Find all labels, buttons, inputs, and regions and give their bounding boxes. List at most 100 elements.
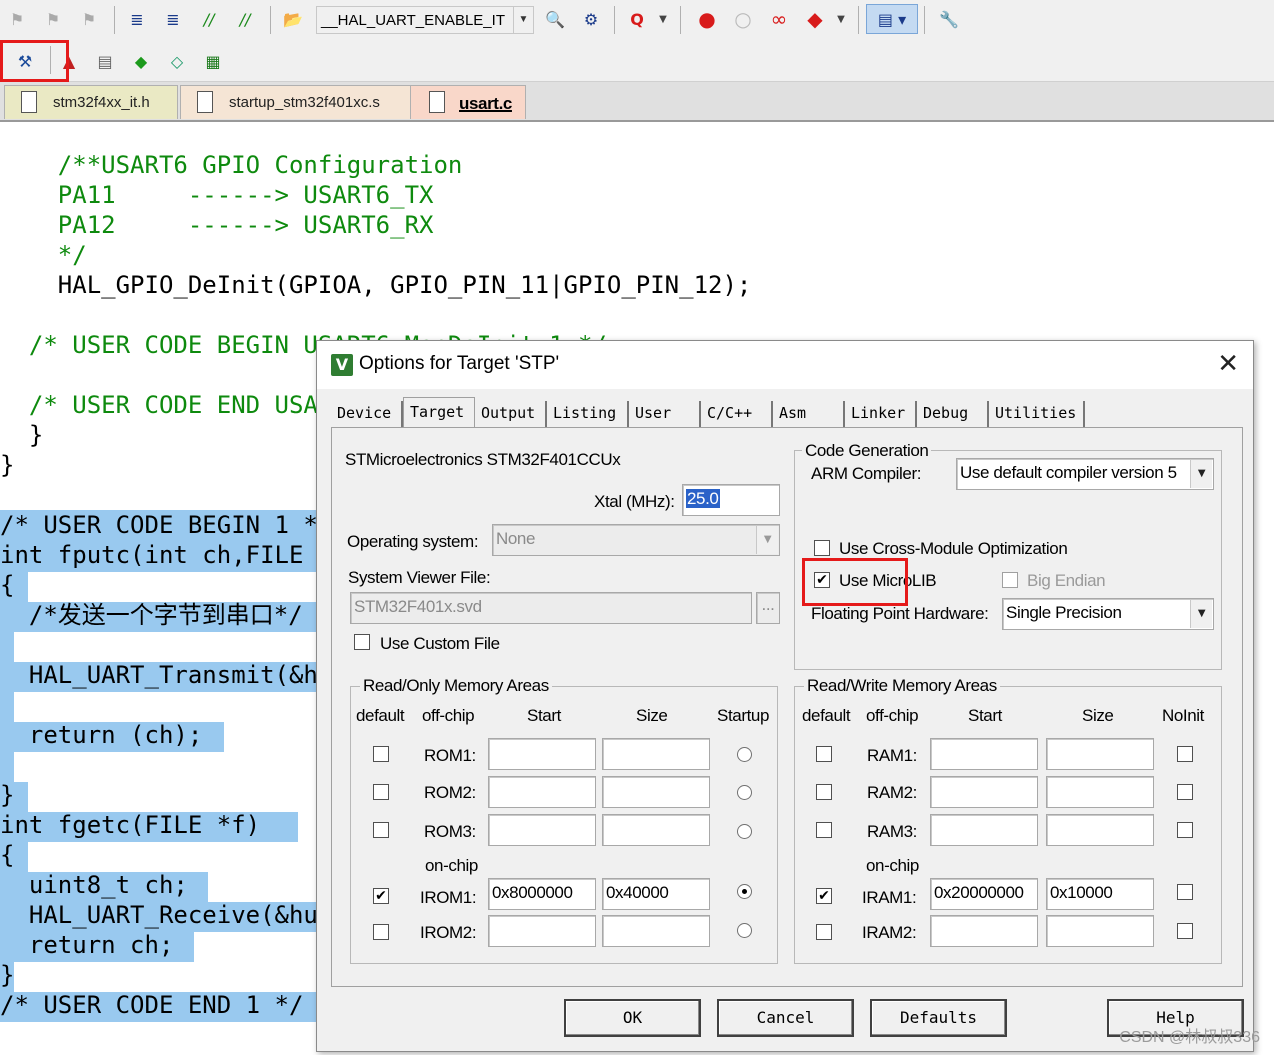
code-line: PA12 ------> USART6_RX: [0, 211, 434, 239]
arm-compiler-select[interactable]: Use default compiler version 5 ▼: [956, 458, 1214, 490]
ok-button[interactable]: OK: [564, 999, 701, 1037]
fpu-select[interactable]: Single Precision ▼: [1002, 598, 1214, 630]
rom2-startup-radio[interactable]: [737, 785, 752, 800]
indent-icon[interactable]: ≣: [124, 6, 150, 32]
ram3-size-input[interactable]: [1046, 814, 1154, 846]
iram1-size-input[interactable]: 0x10000: [1046, 878, 1154, 910]
irom2-startup-radio[interactable]: [737, 923, 752, 938]
file-tab-active[interactable]: usart.c: [410, 85, 526, 119]
bookmark-clear-icon[interactable]: ⚑: [76, 6, 102, 32]
irom2-size-input[interactable]: [602, 915, 710, 947]
breakpoint-insert-icon[interactable]: ●: [694, 6, 720, 32]
xtal-input[interactable]: 25.0: [682, 484, 780, 516]
tab-user[interactable]: User: [629, 401, 701, 427]
breakpoint-enable-icon[interactable]: ◆: [802, 6, 828, 32]
rom3-startup-radio[interactable]: [737, 824, 752, 839]
incremental-find-icon[interactable]: ⚙: [578, 6, 604, 32]
file-tab[interactable]: startup_stm32f401xc.s: [180, 85, 418, 119]
ram3-start-input[interactable]: [930, 814, 1038, 846]
comment-icon[interactable]: //: [196, 6, 222, 32]
ram1-default-checkbox[interactable]: [816, 746, 832, 762]
bookmark-prev-icon[interactable]: ⚑: [4, 6, 30, 32]
iram2-start-input[interactable]: [930, 915, 1038, 947]
svf-input[interactable]: STM32F401x.svd: [350, 592, 752, 624]
tab-output[interactable]: Output: [475, 401, 547, 427]
dialog-tabs: Device Target Output Listing User C/C++ …: [331, 397, 1241, 428]
manage-run-time-environment-icon[interactable]: ◆: [128, 48, 154, 74]
rom3-default-checkbox[interactable]: [373, 822, 389, 838]
device-name: STMicroelectronics STM32F401CCUx: [345, 450, 621, 469]
rom2-start-input[interactable]: [488, 776, 596, 808]
toolbar-separator: [614, 6, 615, 34]
breakpoint-kill-icon[interactable]: ∞: [766, 6, 792, 32]
custom-file-checkbox[interactable]: [354, 634, 370, 650]
irom1-size-input[interactable]: 0x40000: [602, 878, 710, 910]
select-packs-icon[interactable]: ▤: [92, 48, 118, 74]
find-in-files-icon[interactable]: 📂: [280, 6, 306, 32]
ram2-noinit-checkbox[interactable]: [1177, 784, 1193, 800]
chevron-down-icon[interactable]: ▼: [513, 7, 533, 33]
ram1-noinit-checkbox[interactable]: [1177, 746, 1193, 762]
cancel-button[interactable]: Cancel: [717, 999, 854, 1037]
irom1-startup-radio[interactable]: [737, 884, 752, 899]
tab-device[interactable]: Device: [331, 401, 403, 427]
file-tab[interactable]: stm32f4xx_it.h: [4, 85, 178, 119]
close-icon[interactable]: ✕: [1217, 349, 1239, 379]
iram1-noinit-checkbox[interactable]: [1177, 884, 1193, 900]
ram3-noinit-checkbox[interactable]: [1177, 822, 1193, 838]
rom3-size-input[interactable]: [602, 814, 710, 846]
os-select[interactable]: None ▼: [492, 524, 780, 556]
find-combo[interactable]: __HAL_UART_ENABLE_IT ▼: [316, 6, 534, 34]
code-generation-title: Code Generation: [802, 441, 932, 461]
iram1-start-input[interactable]: 0x20000000: [930, 878, 1038, 910]
svf-browse-button[interactable]: ...: [756, 592, 780, 624]
window-layout-icon[interactable]: ▤ ▾: [866, 4, 918, 34]
iram2-default-checkbox[interactable]: [816, 924, 832, 940]
irom1-start-input[interactable]: 0x8000000: [488, 878, 596, 910]
rom1-default-checkbox[interactable]: [373, 746, 389, 762]
rom2-default-checkbox[interactable]: [373, 784, 389, 800]
ram2-size-input[interactable]: [1046, 776, 1154, 808]
ram1-start-input[interactable]: [930, 738, 1038, 770]
rom1-start-input[interactable]: [488, 738, 596, 770]
big-endian-checkbox[interactable]: [1002, 572, 1018, 588]
breakpoint-disable-icon[interactable]: ○: [730, 6, 756, 32]
chevron-down-icon[interactable]: ▼: [650, 6, 676, 32]
tab-linker[interactable]: Linker: [845, 401, 917, 427]
chevron-down-icon[interactable]: ▼: [828, 6, 854, 32]
uncomment-icon[interactable]: //: [232, 6, 258, 32]
iram1-default-checkbox[interactable]: ✔: [816, 888, 832, 904]
cross-module-checkbox[interactable]: [814, 540, 830, 556]
iram2-noinit-checkbox[interactable]: [1177, 923, 1193, 939]
unindent-icon[interactable]: ≣: [160, 6, 186, 32]
event-recorder-icon[interactable]: ▦: [200, 48, 226, 74]
dialog-titlebar[interactable]: V Options for Target 'STP' ✕: [317, 341, 1253, 389]
ram2-default-checkbox[interactable]: [816, 784, 832, 800]
rom3-start-input[interactable]: [488, 814, 596, 846]
ram1-size-input[interactable]: [1046, 738, 1154, 770]
dialog-title: Options for Target 'STP': [359, 353, 560, 374]
rom2-size-input[interactable]: [602, 776, 710, 808]
document-icon: [429, 91, 445, 113]
tab-debug[interactable]: Debug: [917, 401, 989, 427]
ram2-start-input[interactable]: [930, 776, 1038, 808]
irom2-start-input[interactable]: [488, 915, 596, 947]
memory-row-label: RAM3:: [867, 822, 917, 841]
bookmark-next-icon[interactable]: ⚑: [40, 6, 66, 32]
irom2-default-checkbox[interactable]: [373, 924, 389, 940]
iram2-size-input[interactable]: [1046, 915, 1154, 947]
configure-icon[interactable]: 🔧: [936, 6, 962, 32]
pack-installer-icon[interactable]: ◇: [164, 48, 190, 74]
rom1-startup-radio[interactable]: [737, 747, 752, 762]
defaults-button[interactable]: Defaults: [870, 999, 1007, 1037]
rom1-size-input[interactable]: [602, 738, 710, 770]
tab-listing[interactable]: Listing: [547, 401, 629, 427]
tab-target[interactable]: Target: [403, 397, 475, 428]
irom1-default-checkbox[interactable]: ✔: [373, 888, 389, 904]
ram3-default-checkbox[interactable]: [816, 822, 832, 838]
tab-asm[interactable]: Asm: [773, 401, 845, 427]
find-icon[interactable]: 🔍: [542, 6, 568, 32]
tab-utilities[interactable]: Utilities: [989, 401, 1085, 427]
tab-c-cpp[interactable]: C/C++: [701, 401, 773, 427]
debug-session-icon[interactable]: Q: [624, 6, 650, 32]
